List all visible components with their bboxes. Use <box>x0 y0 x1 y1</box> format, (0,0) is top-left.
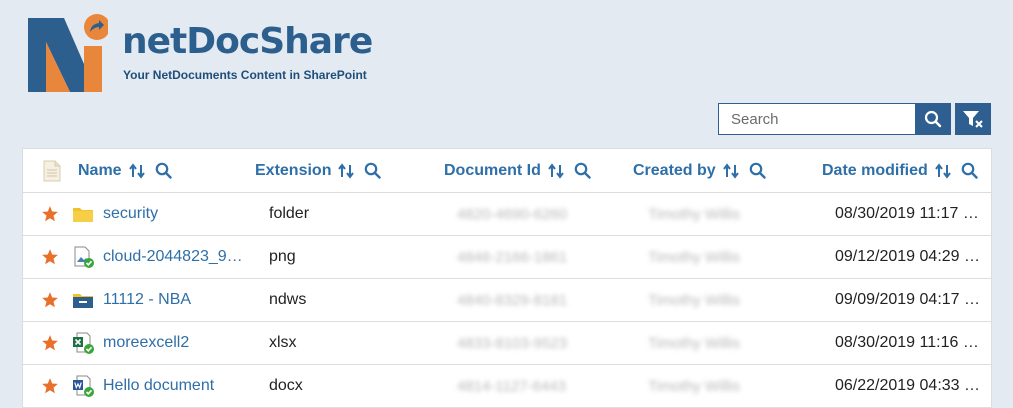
netdocshare-logo: netDocShare Your NetDocuments Content in… <box>26 12 373 94</box>
document-name-link[interactable]: security <box>103 193 158 235</box>
column-search-icon[interactable] <box>155 162 172 179</box>
table-row[interactable]: security folder 4820-4690-6260 Timothy W… <box>23 193 991 236</box>
search-icon <box>924 110 942 128</box>
column-label[interactable]: Name <box>78 162 122 180</box>
table-row[interactable]: Hello document docx 4814-1127-6443 Timot… <box>23 365 991 408</box>
column-header-date-modified: Date modified <box>822 149 988 192</box>
document-id: 4820-4690-6260 <box>457 205 568 223</box>
document-id: 4840-8329-8181 <box>457 291 568 309</box>
sort-icon[interactable] <box>722 162 739 179</box>
sort-icon[interactable] <box>128 162 145 179</box>
table-header: Name Extension Document Id Created by Da… <box>23 149 991 193</box>
file-type-column-header <box>43 149 61 192</box>
favorite-star-icon[interactable] <box>41 322 59 364</box>
created-by: Timothy Willis <box>648 334 740 352</box>
search-bar <box>718 103 991 135</box>
document-id: 4846-2166-1861 <box>457 248 568 266</box>
filter-clear-icon <box>963 111 983 128</box>
excel-file-icon <box>72 322 94 364</box>
column-label[interactable]: Date modified <box>822 162 928 180</box>
created-by: Timothy Willis <box>648 205 740 223</box>
documents-table: Name Extension Document Id Created by Da… <box>22 148 992 408</box>
column-label[interactable]: Created by <box>633 162 716 180</box>
clear-filter-button[interactable] <box>955 103 991 135</box>
search-input[interactable] <box>718 103 915 135</box>
document-icon <box>43 160 61 181</box>
sort-icon[interactable] <box>338 162 355 179</box>
created-by: Timothy Willis <box>648 377 740 395</box>
document-extension: png <box>269 248 296 265</box>
table-row[interactable]: 11112 - NBA ndws 4840-8329-8181 Timothy … <box>23 279 991 322</box>
sort-icon[interactable] <box>934 162 951 179</box>
date-modified: 08/30/2019 11:17 … <box>835 205 979 222</box>
favorite-star-icon[interactable] <box>41 236 59 278</box>
netdocshare-logo-mark <box>28 14 108 92</box>
date-modified: 09/09/2019 04:17 … <box>835 291 981 308</box>
date-modified: 06/22/2019 04:33 … <box>835 377 981 394</box>
brand-name: netDocShare <box>122 21 373 62</box>
document-name-link[interactable]: moreexcell2 <box>103 322 189 364</box>
column-search-icon[interactable] <box>749 162 766 179</box>
document-extension: docx <box>269 377 303 394</box>
word-file-icon <box>72 365 94 407</box>
column-search-icon[interactable] <box>961 162 978 179</box>
document-extension: ndws <box>269 291 307 308</box>
column-label[interactable]: Document Id <box>444 162 541 180</box>
column-header-extension: Extension <box>255 149 391 192</box>
table-row[interactable]: cloud-2044823_9… png 4846-2166-1861 Timo… <box>23 236 991 279</box>
image-file-icon <box>72 236 94 278</box>
search-button[interactable] <box>915 103 951 135</box>
column-label[interactable]: Extension <box>255 162 331 180</box>
document-id: 4833-8103-9523 <box>457 334 568 352</box>
document-name-link[interactable]: cloud-2044823_9… <box>103 236 243 278</box>
created-by: Timothy Willis <box>648 248 740 266</box>
document-name-link[interactable]: 11112 - NBA <box>103 279 191 321</box>
ndws-folder-icon <box>72 279 94 321</box>
table-row[interactable]: moreexcell2 xlsx 4833-8103-9523 Timothy … <box>23 322 991 365</box>
favorite-star-icon[interactable] <box>41 365 59 407</box>
brand-tagline: Your NetDocuments Content in SharePoint <box>123 68 367 82</box>
document-extension: xlsx <box>269 334 297 351</box>
date-modified: 09/12/2019 04:29 … <box>835 248 981 265</box>
sort-icon[interactable] <box>548 162 564 179</box>
column-header-name: Name <box>78 149 182 192</box>
date-modified: 08/30/2019 11:16 … <box>835 334 979 351</box>
column-header-created-by: Created by <box>633 149 776 192</box>
favorite-star-icon[interactable] <box>41 279 59 321</box>
folder-icon <box>72 193 94 235</box>
favorite-star-icon[interactable] <box>41 193 59 235</box>
column-search-icon[interactable] <box>364 162 382 179</box>
document-name-link[interactable]: Hello document <box>103 365 214 407</box>
document-id: 4814-1127-6443 <box>457 377 566 395</box>
column-search-icon[interactable] <box>574 162 591 179</box>
document-extension: folder <box>269 205 310 222</box>
column-header-document-id: Document Id <box>444 149 601 192</box>
created-by: Timothy Willis <box>648 291 740 309</box>
